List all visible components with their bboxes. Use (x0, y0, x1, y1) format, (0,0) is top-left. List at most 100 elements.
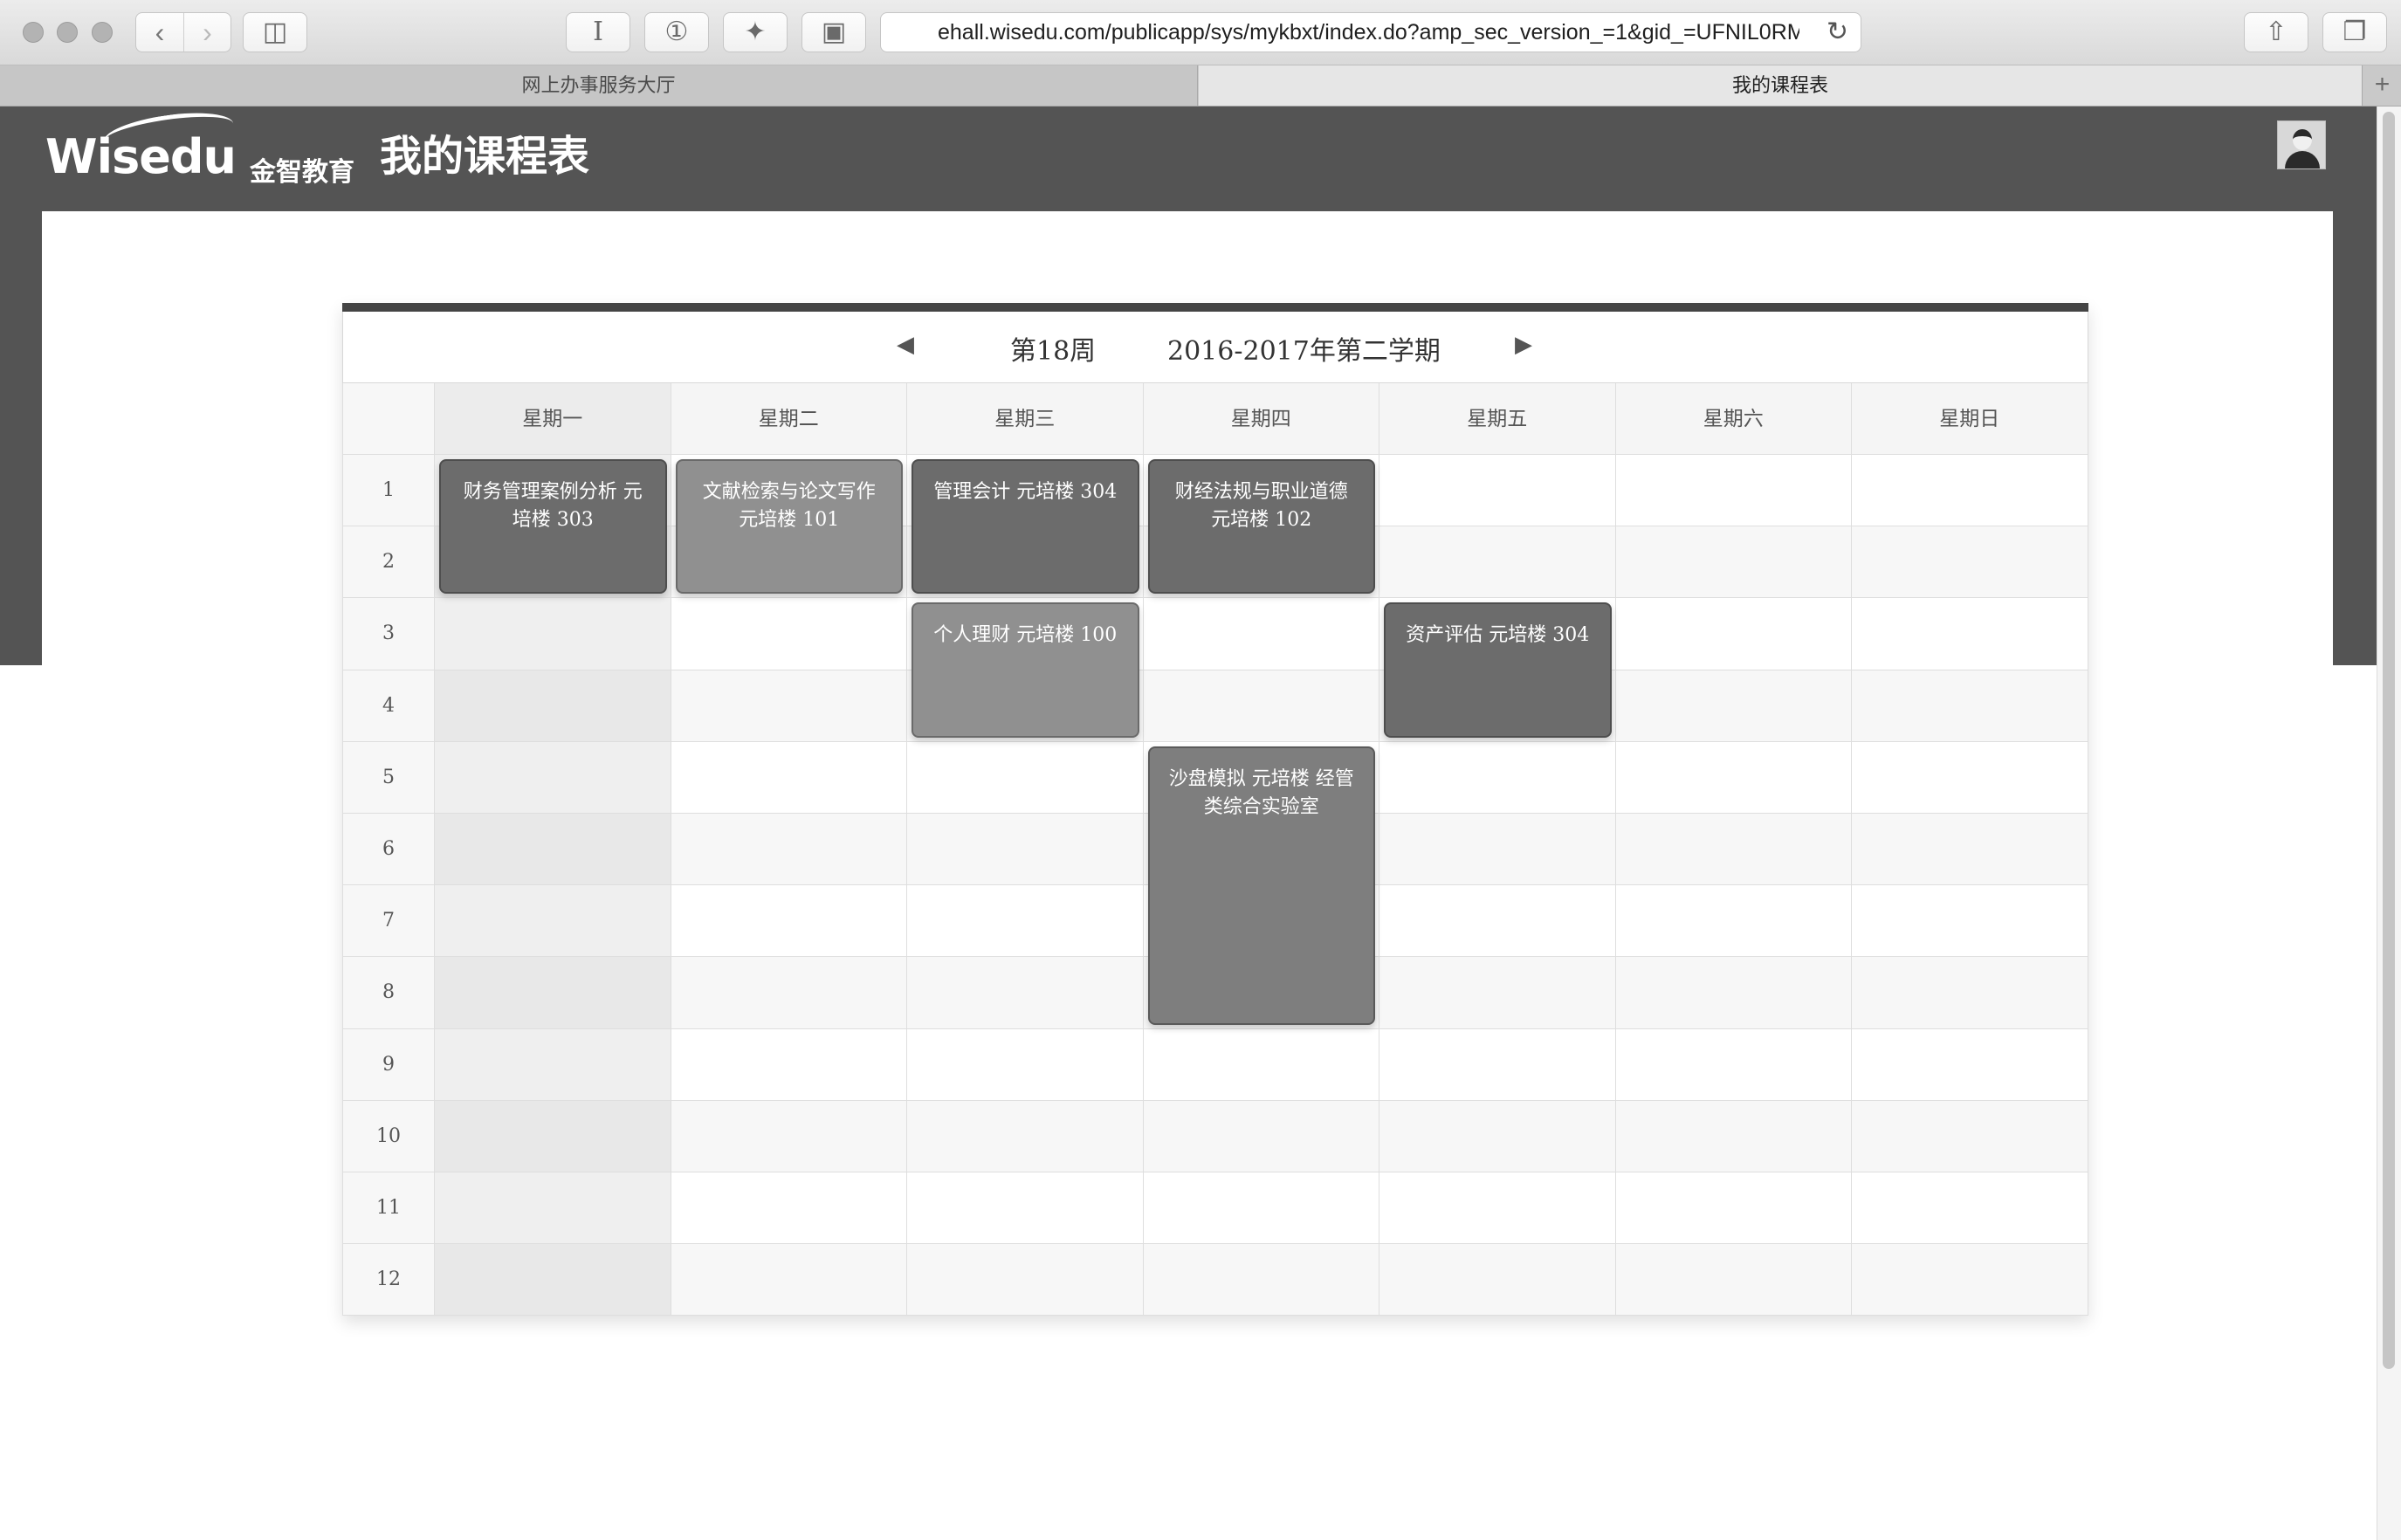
prev-week-icon[interactable]: ◀ (897, 331, 914, 358)
timetable-slot[interactable] (435, 885, 671, 958)
timetable-slot[interactable] (1143, 670, 1379, 742)
timetable-slot[interactable] (1852, 455, 2088, 527)
timetable-slot[interactable] (907, 1172, 1144, 1245)
timetable-slot[interactable] (435, 598, 671, 670)
timetable-slot[interactable] (1615, 598, 1852, 670)
timetable-slot[interactable] (907, 814, 1144, 886)
extension-button[interactable]: ✦ (723, 12, 788, 52)
reload-icon[interactable]: ↻ (1827, 13, 1848, 52)
timetable-slot[interactable] (671, 1172, 907, 1245)
timetable-slot[interactable] (671, 1100, 907, 1172)
timetable-slot[interactable] (1143, 1100, 1379, 1172)
minimize-window-button[interactable] (57, 22, 78, 43)
timetable-slot[interactable] (1615, 455, 1852, 527)
timetable-slot[interactable] (1615, 1028, 1852, 1101)
timetable-slot[interactable] (1615, 526, 1852, 599)
timetable-slot[interactable] (671, 1028, 907, 1101)
timetable-slot[interactable] (1143, 1028, 1379, 1101)
share-button[interactable]: ⇧ (2244, 12, 2308, 52)
timetable-slot[interactable] (907, 885, 1144, 958)
course-block[interactable]: 管理会计 元培楼 304 (912, 459, 1139, 595)
timetable-slot[interactable] (1615, 1244, 1852, 1317)
page-scrollbar[interactable] (2377, 107, 2401, 1540)
scroll-thumb[interactable] (2383, 112, 2395, 1369)
timetable-slot[interactable] (1615, 1100, 1852, 1172)
day-header: 星期三 (907, 383, 1144, 455)
course-block[interactable]: 个人理财 元培楼 100 (912, 602, 1139, 738)
timetable-slot[interactable] (671, 957, 907, 1029)
close-window-button[interactable] (23, 22, 44, 43)
timetable-slot[interactable] (1852, 885, 2088, 958)
user-avatar[interactable] (2277, 120, 2326, 169)
timetable-slot[interactable] (671, 1244, 907, 1317)
timetable-slot[interactable] (907, 1100, 1144, 1172)
timetable-slot[interactable] (1852, 670, 2088, 742)
timetable-slot[interactable] (1852, 1028, 2088, 1101)
address-bar[interactable]: ehall.wisedu.com/publicapp/sys/mykbxt/in… (880, 12, 1861, 52)
next-week-icon[interactable]: ▶ (1515, 331, 1532, 358)
timetable-slot[interactable] (671, 741, 907, 814)
timetable-slot[interactable] (1852, 957, 2088, 1029)
timetable-slot[interactable] (1143, 1172, 1379, 1245)
timetable-slot[interactable] (1379, 1244, 1616, 1317)
tab-service-hall[interactable]: 网上办事服务大厅 (0, 65, 1198, 106)
timetable-slot[interactable] (435, 1172, 671, 1245)
timetable-slot[interactable] (1379, 741, 1616, 814)
timetable-slot[interactable] (1852, 1244, 2088, 1317)
bookmark-button[interactable]: ▣ (801, 12, 866, 52)
period-number: 1 (342, 455, 435, 527)
timetable-slot[interactable] (1379, 1100, 1616, 1172)
timetable-slot[interactable] (671, 598, 907, 670)
timetable-slot[interactable] (1852, 526, 2088, 599)
period-number: 7 (342, 885, 435, 958)
timetable-slot[interactable] (1615, 885, 1852, 958)
course-block[interactable]: 沙盘模拟 元培楼 经管类综合实验室 (1147, 746, 1375, 1025)
timetable-slot[interactable] (671, 885, 907, 958)
timetable-slot[interactable] (1379, 1172, 1616, 1245)
course-block[interactable]: 财务管理案例分析 元培楼 303 (439, 459, 667, 595)
timetable-slot[interactable] (1143, 598, 1379, 670)
timetable-slot[interactable] (435, 957, 671, 1029)
sidebar-toggle-button[interactable]: ◫ (243, 12, 307, 52)
timetable-slot[interactable] (1379, 526, 1616, 599)
tab-my-timetable[interactable]: 我的课程表 (1199, 65, 2363, 106)
timetable-slot[interactable] (907, 1244, 1144, 1317)
timetable-slot[interactable] (1852, 741, 2088, 814)
timetable-slot[interactable] (1852, 814, 2088, 886)
new-tab-button[interactable]: + (2363, 65, 2401, 106)
timetable-slot[interactable] (1143, 1244, 1379, 1317)
timetable-slot[interactable] (1615, 814, 1852, 886)
timetable-slot[interactable] (671, 814, 907, 886)
timetable-slot[interactable] (907, 1028, 1144, 1101)
timetable-slot[interactable] (1852, 1100, 2088, 1172)
timetable-slot[interactable] (1615, 957, 1852, 1029)
course-block[interactable]: 财经法规与职业道德 元培楼 102 (1147, 459, 1375, 595)
timetable-slot[interactable] (907, 741, 1144, 814)
course-block[interactable]: 资产评估 元培楼 304 (1384, 602, 1612, 738)
timetable-slot[interactable] (1379, 455, 1616, 527)
timetable-slot[interactable] (435, 814, 671, 886)
forward-button[interactable]: › (183, 13, 230, 52)
reader-button[interactable]: I (566, 12, 630, 52)
timetable-slot[interactable] (1379, 957, 1616, 1029)
timetable-slot[interactable] (435, 1244, 671, 1317)
timetable-slot[interactable] (907, 957, 1144, 1029)
timetable-slot[interactable] (1379, 814, 1616, 886)
timetable-slot[interactable] (435, 1028, 671, 1101)
timetable-slot[interactable] (1379, 1028, 1616, 1101)
timetable-slot[interactable] (1615, 741, 1852, 814)
timetable-slot[interactable] (1615, 670, 1852, 742)
timetable-slot[interactable] (435, 1100, 671, 1172)
timetable-slot[interactable] (671, 670, 907, 742)
zoom-window-button[interactable] (92, 22, 113, 43)
timetable-slot[interactable] (1852, 598, 2088, 670)
timetable-slot[interactable] (435, 741, 671, 814)
onepassword-button[interactable]: ① (644, 12, 709, 52)
timetable-slot[interactable] (1852, 1172, 2088, 1245)
tab-overview-button[interactable]: ❐ (2322, 12, 2387, 52)
course-block[interactable]: 文献检索与论文写作 元培楼 101 (675, 459, 903, 595)
timetable-slot[interactable] (1379, 885, 1616, 958)
timetable-slot[interactable] (1615, 1172, 1852, 1245)
back-button[interactable]: ‹ (136, 13, 183, 52)
timetable-slot[interactable] (435, 670, 671, 742)
